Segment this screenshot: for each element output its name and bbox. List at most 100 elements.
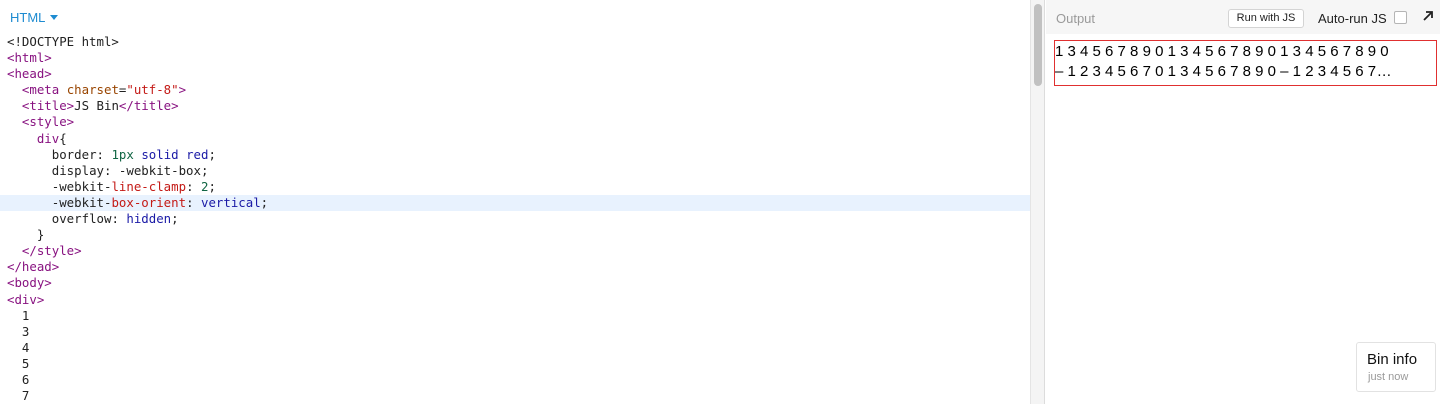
code-token: <head> [7, 66, 52, 82]
code-line[interactable]: 5 [0, 356, 1030, 372]
code-token: <meta [21, 82, 67, 98]
code-line[interactable]: <html> [0, 50, 1030, 66]
code-token: 1 [7, 307, 30, 323]
code-line[interactable]: <meta charset="utf-8"> [0, 82, 1030, 98]
code-token: 6 [7, 371, 30, 387]
code-token: </style> [21, 243, 82, 259]
autorun-js-checkbox[interactable] [1394, 11, 1407, 24]
code-token: -webkit- [51, 178, 112, 194]
code-token: <style> [21, 114, 75, 130]
code-token: 7 [7, 388, 30, 404]
code-token: border [51, 146, 97, 162]
code-token: ; [208, 178, 216, 194]
code-token: : [186, 178, 201, 194]
code-token: : [111, 211, 127, 227]
bin-info-timestamp: just now [1368, 371, 1409, 383]
code-line[interactable]: </style> [0, 243, 1030, 259]
code-token: 3 [7, 323, 30, 339]
code-token: "utf-8" [126, 82, 179, 98]
code-line[interactable]: 6 [0, 372, 1030, 388]
code-line[interactable]: <div> [0, 292, 1030, 308]
code-token: div [36, 130, 60, 146]
editor-header: HTML [0, 0, 1030, 34]
code-line[interactable]: <!DOCTYPE html> [0, 34, 1030, 50]
code-token: > [178, 82, 187, 98]
bin-info-title: Bin info [1367, 351, 1418, 368]
code-line[interactable]: display: -webkit-box; [0, 163, 1030, 179]
code-token: </title> [118, 98, 179, 114]
language-dropdown[interactable]: HTML [10, 10, 59, 25]
code-token: <!DOCTYPE html> [7, 34, 119, 49]
code-line[interactable]: 4 [0, 340, 1030, 356]
code-token: } [36, 227, 45, 243]
autorun-js-label: Auto-run JS [1318, 11, 1387, 26]
code-token: : [103, 162, 119, 178]
code-line[interactable]: -webkit-line-clamp: 2; [0, 179, 1030, 195]
code-token: box-orient [111, 194, 187, 210]
code-token: red [186, 146, 209, 162]
code-line[interactable]: div{ [0, 131, 1030, 147]
code-token: <body> [7, 275, 52, 291]
popout-arrow-icon[interactable] [1420, 8, 1436, 24]
code-line[interactable]: 1 [0, 308, 1030, 324]
code-token: : [96, 146, 112, 162]
code-token: 5 [7, 355, 30, 371]
output-panel: Output Run with JS Auto-run JS 1 3 4 5 6… [1046, 0, 1440, 404]
code-token: JS Bin [74, 98, 119, 114]
code-line[interactable]: -webkit-box-orient: vertical; [0, 194, 1030, 212]
code-line[interactable]: } [0, 227, 1030, 243]
code-token: </head> [7, 259, 60, 275]
language-label: HTML [10, 10, 46, 25]
clamped-text-line: 1 3 4 5 6 7 8 9 0 1 3 4 5 6 7 8 9 0 1 3 … [1055, 43, 1390, 60]
code-token: overflow [51, 211, 112, 227]
code-token: vertical [200, 194, 261, 210]
code-line[interactable]: overflow: hidden; [0, 211, 1030, 227]
code-token: display [51, 162, 104, 178]
html-editor-panel[interactable]: HTML <!DOCTYPE html> <html> <head> <meta c… [0, 0, 1030, 404]
code-token: <title> [21, 98, 75, 114]
code-token: -webkit-box [118, 162, 201, 178]
code-line[interactable]: <title>JS Bin</title> [0, 98, 1030, 114]
code-token: : [186, 194, 201, 210]
output-title: Output [1056, 11, 1096, 26]
code-token: ; [208, 146, 216, 162]
code-token: charset [66, 82, 119, 98]
code-token: line-clamp [111, 178, 187, 194]
code-token: ; [171, 211, 179, 227]
chevron-down-icon [50, 15, 59, 20]
code-token: ; [260, 194, 269, 210]
code-area[interactable]: <!DOCTYPE html> <html> <head> <meta charse… [0, 34, 1030, 404]
code-token: <html> [7, 50, 52, 66]
bin-info-button[interactable]: Bin info just now [1356, 342, 1436, 392]
code-line[interactable]: </head> [0, 259, 1030, 275]
editor-scrollbar[interactable] [1030, 0, 1045, 404]
clamped-text-box: 1 3 4 5 6 7 8 9 0 1 3 4 5 6 7 8 9 0 1 3 … [1054, 40, 1437, 86]
code-line[interactable]: border: 1px solid red; [0, 147, 1030, 163]
code-token: { [59, 130, 67, 146]
scrollbar-thumb[interactable] [1034, 4, 1042, 86]
code-token: ; [200, 162, 209, 178]
run-with-js-button[interactable]: Run with JS [1228, 9, 1304, 28]
code-token: <div> [7, 291, 45, 307]
code-line[interactable]: 7 [0, 388, 1030, 404]
code-token: hidden [126, 211, 172, 227]
code-token: 1px [111, 146, 134, 162]
code-token: 4 [7, 339, 30, 355]
code-line[interactable]: <style> [0, 114, 1030, 130]
code-line[interactable]: <body> [0, 275, 1030, 291]
code-line[interactable]: <head> [0, 66, 1030, 82]
code-line[interactable]: 3 [0, 324, 1030, 340]
clamped-text-line: – 1 2 3 4 5 6 7 0 1 3 4 5 6 7 8 9 0 – 1 … [1055, 63, 1393, 80]
code-token: solid [141, 146, 179, 162]
